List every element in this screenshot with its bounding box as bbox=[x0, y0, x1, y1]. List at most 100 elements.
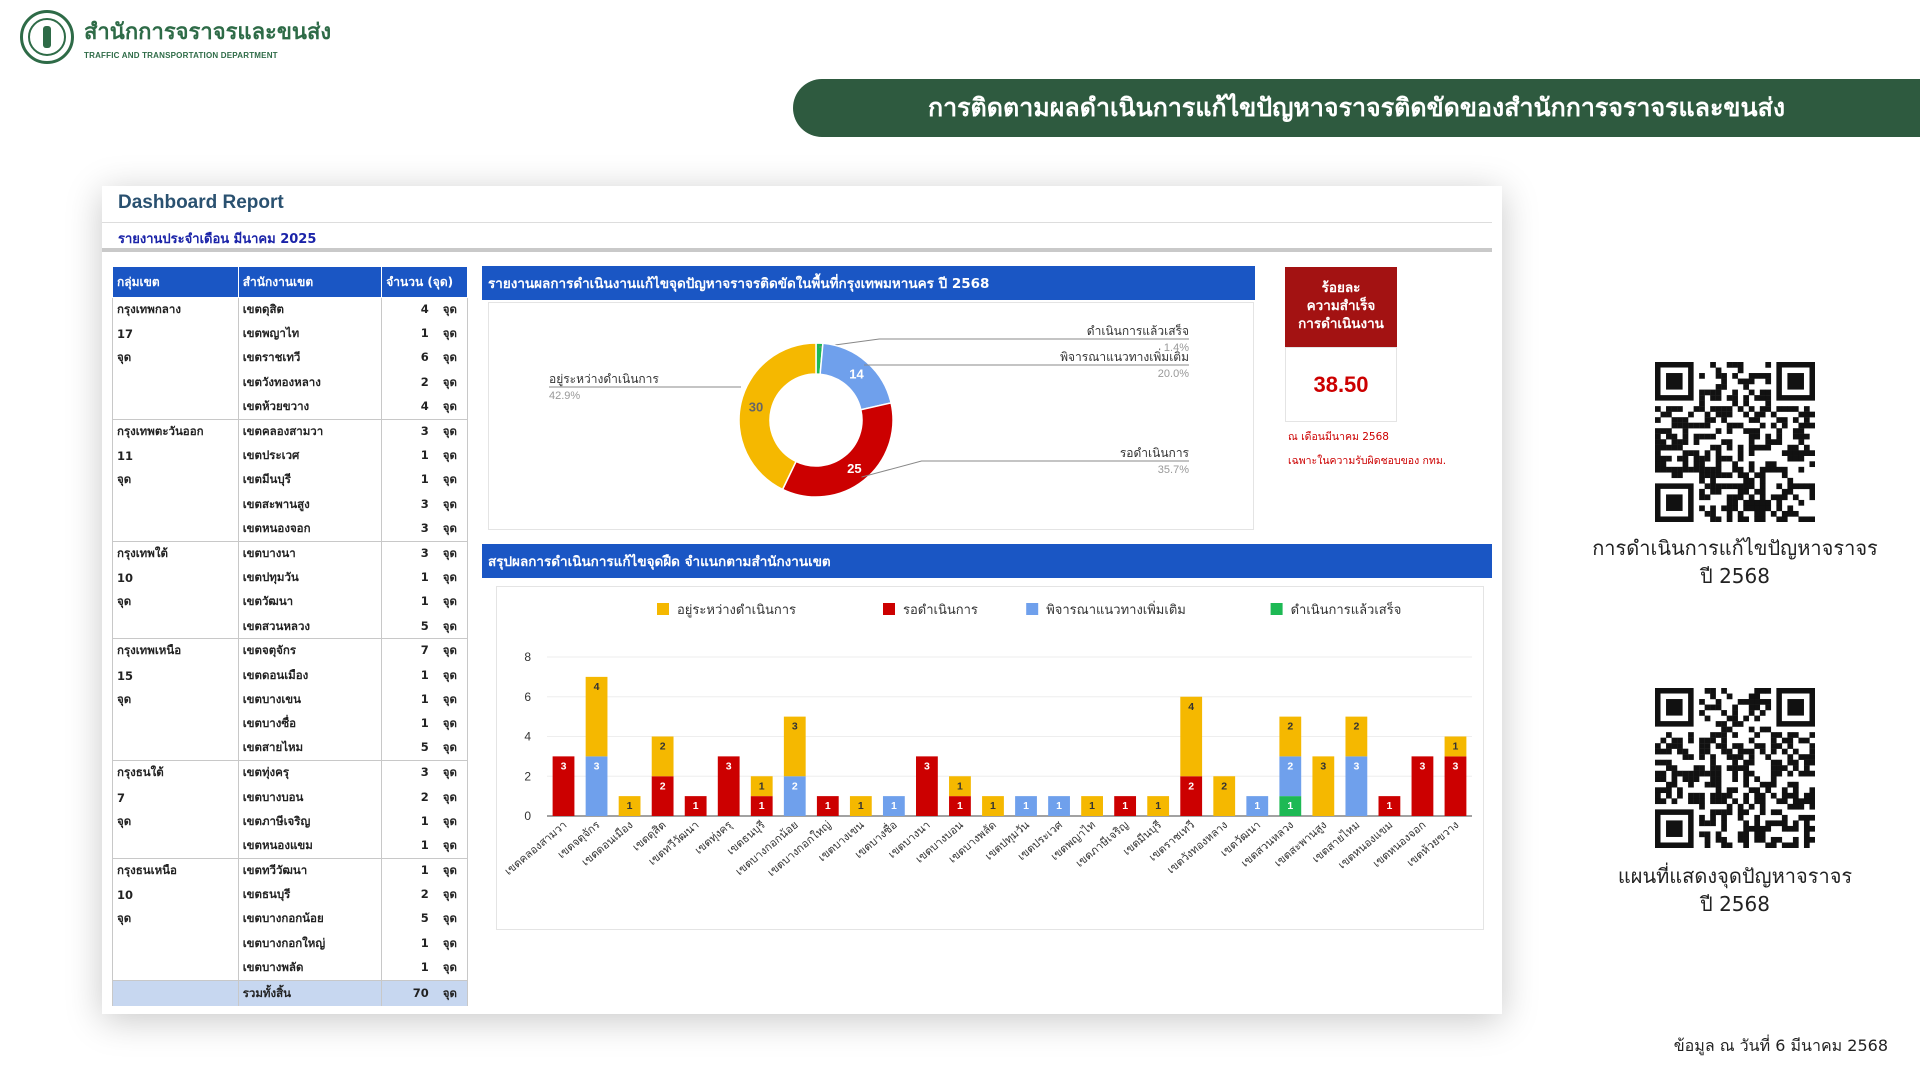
bar-value-label: 3 bbox=[1320, 760, 1326, 772]
bar-value-label: 2 bbox=[1188, 780, 1194, 792]
count-unit: จุด bbox=[442, 765, 457, 780]
table-row: 11 เขตประเวศ 1 จุด bbox=[112, 443, 468, 469]
bar-value-label: 1 bbox=[858, 800, 864, 812]
count-unit: จุด bbox=[442, 374, 457, 389]
district-count: 3 จุด bbox=[381, 540, 468, 566]
qr-module bbox=[1798, 422, 1805, 429]
qr-module bbox=[1803, 759, 1810, 766]
district-name: เขตบางพลัด bbox=[237, 956, 383, 981]
qr-module bbox=[1759, 781, 1766, 788]
bar-value-label: 1 bbox=[693, 800, 699, 812]
qr-module bbox=[1781, 825, 1788, 832]
qr-module bbox=[1693, 770, 1700, 777]
count-value: 5 bbox=[420, 911, 429, 926]
qr-module bbox=[1776, 765, 1783, 771]
qr-module bbox=[1759, 505, 1766, 512]
table-row: เขตสะพานสูง 3 จุด bbox=[112, 492, 468, 518]
qr-module bbox=[1715, 389, 1722, 396]
bar-value-label: 4 bbox=[594, 681, 600, 693]
district-count: 1 จุด bbox=[381, 565, 468, 591]
district-name: เขตทวีวัฒนา bbox=[237, 857, 383, 883]
district-count: 1 จุด bbox=[381, 443, 468, 469]
qr-code-map[interactable] bbox=[1655, 688, 1815, 848]
count-value: 3 bbox=[420, 520, 429, 535]
qr-module bbox=[1710, 798, 1716, 805]
donut-chart: ดำเนินการแล้วเสร็จ1.4%14พิจารณาแนวทางเพิ… bbox=[549, 323, 1190, 498]
bar-value-label: 1 bbox=[1056, 800, 1062, 812]
qr-module bbox=[1710, 754, 1716, 760]
group-unit: จุด bbox=[112, 907, 239, 932]
qr-module bbox=[1655, 439, 1661, 445]
qr-module bbox=[1710, 737, 1716, 744]
qr-module bbox=[1809, 743, 1815, 749]
pie-category-label: รอดำเนินการ bbox=[1120, 446, 1190, 460]
qr-module bbox=[1704, 781, 1711, 788]
qr-module bbox=[1721, 378, 1727, 385]
qr-module bbox=[1798, 439, 1805, 445]
qr-module bbox=[1726, 809, 1733, 816]
qr-module bbox=[1770, 759, 1777, 766]
qr-module bbox=[1787, 406, 1794, 412]
count-unit: จุด bbox=[442, 472, 457, 487]
qr-module bbox=[1787, 732, 1794, 738]
qr-module bbox=[1743, 809, 1749, 816]
table-row: เขตบางพลัด 1 จุด bbox=[112, 956, 468, 981]
qr-module bbox=[1699, 461, 1705, 468]
qr-module bbox=[1792, 444, 1799, 451]
qr-module bbox=[1809, 732, 1815, 738]
qr-module bbox=[1743, 792, 1749, 799]
qr-module bbox=[1688, 450, 1694, 456]
qr-module bbox=[1759, 373, 1766, 379]
qr-module bbox=[1710, 488, 1716, 495]
qr-module bbox=[1743, 516, 1749, 522]
pie-slice[interactable] bbox=[781, 401, 894, 498]
qr-module bbox=[1710, 792, 1716, 799]
qr-module bbox=[1798, 737, 1805, 744]
qr-module bbox=[1803, 406, 1810, 412]
qr-module bbox=[1660, 737, 1667, 744]
bar-value-label: 1 bbox=[627, 800, 633, 812]
group-unit: จุด bbox=[112, 590, 239, 615]
qr-code-progress[interactable] bbox=[1655, 362, 1815, 522]
qr-module bbox=[1655, 466, 1661, 473]
qr-module bbox=[1671, 466, 1678, 473]
qr-module bbox=[1682, 754, 1689, 760]
kpi-label-line: ร้อยละ bbox=[1321, 280, 1361, 296]
qr-module bbox=[1776, 466, 1783, 473]
district-name: เขตจตุจักร bbox=[237, 638, 383, 664]
qr-module bbox=[1655, 792, 1661, 799]
qr-module bbox=[1803, 842, 1810, 848]
qr-module bbox=[1754, 373, 1761, 379]
legend-label: ดำเนินการแล้วเสร็จ bbox=[1291, 600, 1402, 618]
qr-module bbox=[1715, 765, 1722, 771]
qr-module bbox=[1803, 483, 1810, 490]
qr-module bbox=[1748, 770, 1755, 777]
qr-module bbox=[1710, 389, 1716, 396]
group-unit: จุด bbox=[112, 468, 239, 493]
qr-module bbox=[1759, 688, 1766, 694]
qr-module bbox=[1748, 417, 1755, 423]
qr-module bbox=[1743, 836, 1749, 843]
qr-module bbox=[1699, 455, 1705, 462]
count-unit: จุด bbox=[442, 545, 457, 560]
qr-module bbox=[1781, 472, 1788, 479]
qr-module bbox=[1792, 759, 1799, 766]
qr-module bbox=[1798, 499, 1805, 506]
group-name: กรุงเทพตะวันออก bbox=[112, 418, 239, 444]
group-name: กรุงเทพกลาง bbox=[112, 296, 239, 322]
qr-module bbox=[1809, 770, 1815, 777]
qr-module bbox=[1699, 798, 1705, 805]
qr-module bbox=[1726, 505, 1733, 512]
qr-module bbox=[1759, 516, 1766, 522]
qr-module bbox=[1721, 814, 1727, 821]
qr-caption-line: การดำเนินการแก้ไขปัญหาจราจร bbox=[1592, 536, 1878, 560]
qr-module bbox=[1792, 792, 1799, 799]
qr-module bbox=[1776, 798, 1783, 805]
qr-module bbox=[1748, 737, 1755, 744]
qr-module bbox=[1704, 704, 1711, 711]
qr-module bbox=[1666, 411, 1672, 418]
qr-module bbox=[1781, 488, 1788, 495]
qr-module bbox=[1715, 488, 1722, 495]
dashboard-card: Dashboard Report รายงานประจำเดือน มีนาคม… bbox=[102, 186, 1502, 1014]
district-name: เขตดุสิต bbox=[237, 296, 383, 322]
